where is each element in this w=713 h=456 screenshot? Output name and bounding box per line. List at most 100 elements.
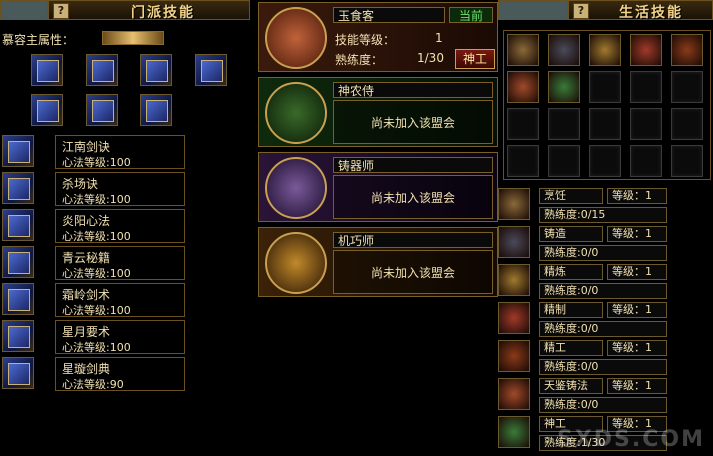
forge-emblem-icon bbox=[265, 157, 327, 219]
empty-skill-slot bbox=[630, 71, 662, 103]
skill-level-value: 1 bbox=[435, 31, 443, 45]
life-skill-icon[interactable] bbox=[498, 188, 530, 220]
skill-book-icon[interactable] bbox=[2, 320, 34, 352]
empty-skill-slot bbox=[548, 145, 580, 177]
sect-skill-entry[interactable]: 炎阳心法心法等级:100 bbox=[55, 209, 185, 243]
sect-skill-entry[interactable]: 杀场诀心法等级:100 bbox=[55, 172, 185, 206]
skill-name: 星月要术 bbox=[62, 325, 111, 339]
empty-skill-slot bbox=[671, 145, 703, 177]
empty-skill-slot bbox=[589, 71, 621, 103]
life-skill-icon[interactable] bbox=[507, 71, 539, 103]
life-skill-name: 精炼 bbox=[539, 264, 603, 280]
life-skill-icon[interactable] bbox=[671, 34, 703, 66]
life-skill-icon[interactable] bbox=[548, 71, 580, 103]
panel-title: 生活技能 bbox=[619, 5, 683, 21]
skill-book-icon[interactable] bbox=[140, 54, 172, 86]
watermark: SXDS.COM bbox=[556, 427, 705, 452]
sect-skills-titlebar: ? 门派技能 bbox=[48, 0, 250, 21]
life-skill-icon[interactable] bbox=[498, 416, 530, 448]
life-skill-icon[interactable] bbox=[498, 264, 530, 296]
life-skill-name: 铸造 bbox=[539, 226, 603, 242]
life-skill-proficiency: 熟练度:0/0 bbox=[539, 359, 667, 375]
main-attribute-label: 慕容主属性： bbox=[2, 33, 75, 47]
skill-book-icon[interactable] bbox=[2, 135, 34, 167]
guild-card-jiqiaoshi[interactable]: 机巧师 尚未加入该盟会 bbox=[258, 227, 498, 297]
sect-skill-entry[interactable]: 江南剑诀心法等级:100 bbox=[55, 135, 185, 169]
skill-level: 心法等级:100 bbox=[62, 193, 131, 206]
empty-skill-slot bbox=[507, 145, 539, 177]
gear-emblem-icon bbox=[265, 232, 327, 294]
chef-emblem-icon bbox=[265, 7, 327, 69]
current-badge: 当前 bbox=[449, 7, 493, 23]
life-skill-icon[interactable] bbox=[589, 34, 621, 66]
guild-card-yushike[interactable]: 玉食客 当前 技能等级： 1 熟练度： 1/30 神工 bbox=[258, 2, 498, 72]
skill-book-icon[interactable] bbox=[2, 209, 34, 241]
life-skill-icon[interactable] bbox=[630, 34, 662, 66]
help-button[interactable]: ? bbox=[573, 3, 589, 19]
guild-status: 尚未加入该盟会 bbox=[333, 175, 493, 219]
skill-book-icon[interactable] bbox=[2, 357, 34, 389]
life-skill-level: 等级：1 bbox=[607, 188, 667, 204]
skill-name: 江南剑诀 bbox=[62, 140, 111, 154]
skill-book-icon[interactable] bbox=[31, 94, 63, 126]
life-skill-level: 等级：1 bbox=[607, 340, 667, 356]
skill-book-icon[interactable] bbox=[140, 94, 172, 126]
skill-level-label: 技能等级： bbox=[335, 33, 396, 47]
empty-skill-slot bbox=[589, 145, 621, 177]
skill-level: 心法等级:100 bbox=[62, 230, 131, 243]
skill-level: 心法等级:100 bbox=[62, 341, 131, 354]
life-skill-name: 精制 bbox=[539, 302, 603, 318]
skill-book-icon[interactable] bbox=[31, 54, 63, 86]
skill-book-icon[interactable] bbox=[86, 94, 118, 126]
skill-level: 心法等级:100 bbox=[62, 304, 131, 317]
main-attribute-bar bbox=[102, 31, 164, 45]
dragon-ornament-left bbox=[0, 0, 48, 20]
guild-card-shennongshi[interactable]: 神农侍 尚未加入该盟会 bbox=[258, 77, 498, 147]
guild-name: 神农侍 bbox=[333, 82, 493, 98]
guild-status: 尚未加入该盟会 bbox=[333, 250, 493, 294]
shengong-button[interactable]: 神工 bbox=[455, 49, 495, 69]
life-skill-icon[interactable] bbox=[498, 378, 530, 410]
life-skill-level: 等级：1 bbox=[607, 264, 667, 280]
skill-book-icon[interactable] bbox=[86, 54, 118, 86]
skill-book-icon[interactable] bbox=[195, 54, 227, 86]
dragon-ornament-right bbox=[498, 0, 568, 20]
life-skill-icon[interactable] bbox=[498, 226, 530, 258]
skill-book-icon[interactable] bbox=[2, 246, 34, 278]
life-skill-name: 烹饪 bbox=[539, 188, 603, 204]
life-skill-name: 精工 bbox=[539, 340, 603, 356]
skill-level: 心法等级:100 bbox=[62, 156, 131, 169]
skill-name: 杀场诀 bbox=[62, 177, 99, 191]
skill-name: 青云秘籍 bbox=[62, 251, 111, 265]
proficiency-value: 1/30 bbox=[417, 51, 444, 65]
sect-skill-entry[interactable]: 青云秘籍 心法等级:100 bbox=[55, 246, 185, 280]
help-button[interactable]: ? bbox=[53, 3, 69, 19]
panel-title: 门派技能 bbox=[131, 5, 195, 21]
guild-name: 铸器师 bbox=[333, 157, 493, 173]
empty-skill-slot bbox=[671, 108, 703, 140]
life-skill-icon[interactable] bbox=[498, 340, 530, 372]
life-skill-level: 等级：1 bbox=[607, 302, 667, 318]
life-skill-proficiency: 熟练度:0/0 bbox=[539, 283, 667, 299]
empty-skill-slot bbox=[671, 71, 703, 103]
guild-card-zhuqishi[interactable]: 铸器师 尚未加入该盟会 bbox=[258, 152, 498, 222]
life-skill-icon[interactable] bbox=[507, 34, 539, 66]
life-skill-name: 天鉴铸法 bbox=[539, 378, 603, 394]
sect-skill-entry[interactable]: 霜岭剑术 心法等级:100 bbox=[55, 283, 185, 317]
life-skill-proficiency: 熟练度:0/15 bbox=[539, 207, 667, 223]
life-skill-icon[interactable] bbox=[498, 302, 530, 334]
life-skill-proficiency: 熟练度:0/0 bbox=[539, 397, 667, 413]
skill-name: 炎阳心法 bbox=[62, 214, 111, 228]
sect-skill-entry[interactable]: 星月要术心法等级:100 bbox=[55, 320, 185, 354]
empty-skill-slot bbox=[548, 108, 580, 140]
skill-book-icon[interactable] bbox=[2, 172, 34, 204]
life-skill-proficiency: 熟练度:0/0 bbox=[539, 321, 667, 337]
life-skill-level: 等级：1 bbox=[607, 226, 667, 242]
life-skill-icon[interactable] bbox=[548, 34, 580, 66]
skill-book-icon[interactable] bbox=[2, 283, 34, 315]
empty-skill-slot bbox=[630, 145, 662, 177]
leaf-emblem-icon bbox=[265, 82, 327, 144]
life-skill-level: 等级：1 bbox=[607, 378, 667, 394]
sect-skill-entry[interactable]: 星璇剑典 心法等级:90 bbox=[55, 357, 185, 391]
empty-skill-slot bbox=[630, 108, 662, 140]
